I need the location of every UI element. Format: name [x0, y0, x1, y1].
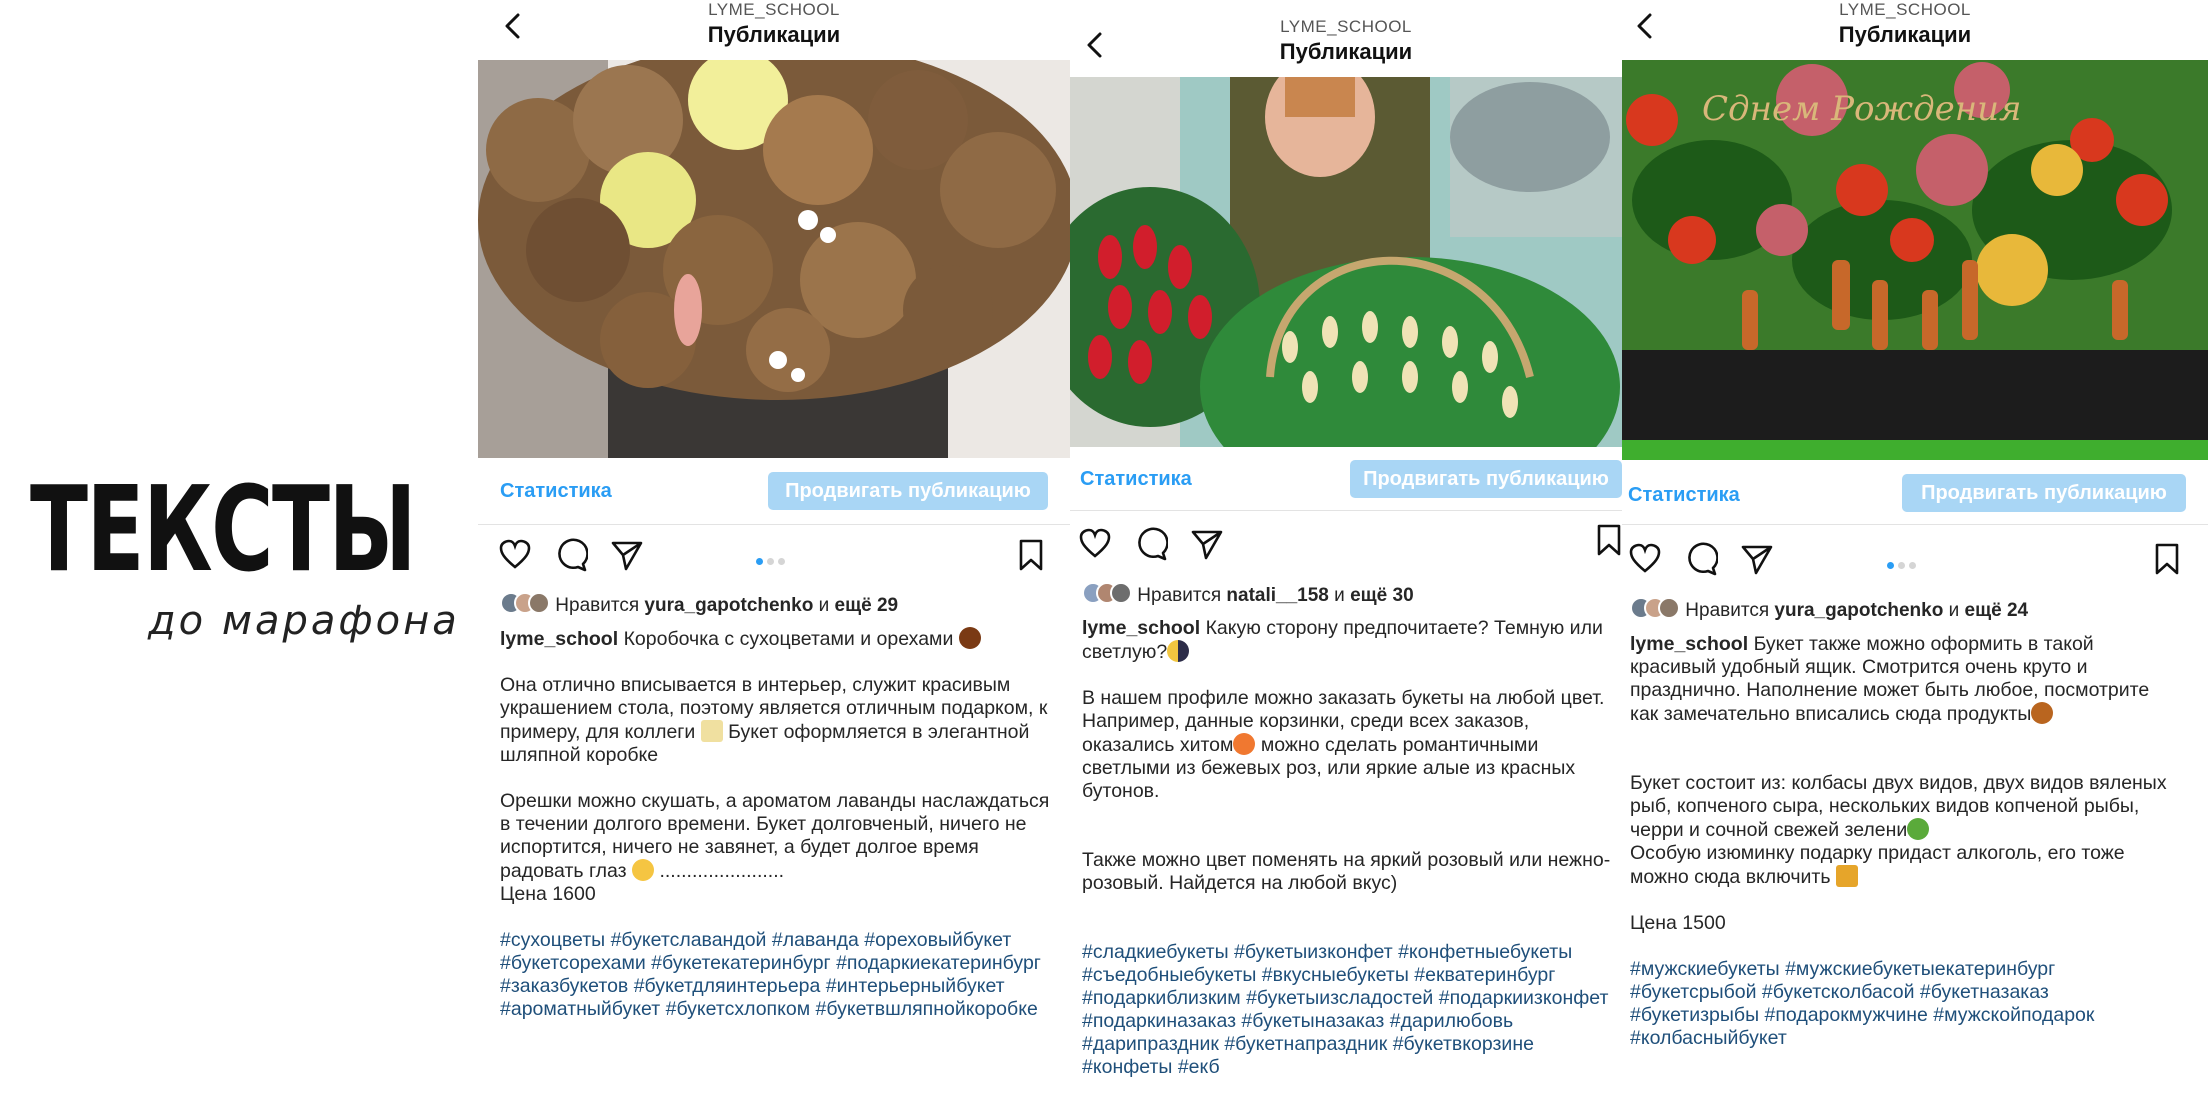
post-photo[interactable]: Сднем Рождения	[1622, 60, 2208, 460]
like-heart-icon[interactable]	[1078, 527, 1112, 561]
likes-line: Нравится yura_gapotchenko и ещё 24	[1630, 597, 2028, 625]
share-send-icon[interactable]	[1190, 527, 1224, 561]
photo-birthday-sign: Сднем Рождения	[1702, 89, 2022, 129]
caption-username[interactable]: lyme_school	[500, 628, 618, 650]
title-subtitle: до марафона	[148, 598, 460, 644]
promo-row: Статистика Продвигать публикацию	[1070, 460, 1622, 500]
share-send-icon[interactable]	[610, 538, 644, 572]
header-title: Публикации	[707, 22, 841, 47]
collision-emoji-icon	[1233, 733, 1256, 755]
share-send-icon[interactable]	[1740, 542, 1774, 576]
promote-post-button[interactable]: Продвигать публикацию	[1902, 474, 2186, 512]
caption-username[interactable]: lyme_school	[1630, 633, 1748, 655]
header-username: LYME_SCHOOL	[1839, 0, 1971, 19]
memo-emoji-icon	[700, 720, 723, 742]
post-caption: lyme_school Коробочка с сухоцветами и ор…	[500, 627, 1050, 1021]
carousel-dots	[756, 552, 789, 570]
beer-emoji-icon	[1835, 865, 1858, 887]
comment-icon[interactable]	[1684, 542, 1718, 576]
candy-basket-image	[1070, 77, 1622, 447]
post-photo[interactable]	[1070, 77, 1622, 447]
header-title: Публикации	[1838, 22, 1972, 47]
likes-line: Нравится yura_gapotchenko и ещё 29	[500, 592, 898, 620]
likes-more[interactable]: ещё 24	[1965, 600, 2029, 621]
post-photo[interactable]	[478, 60, 1070, 458]
statistics-link[interactable]: Статистика	[1080, 468, 1192, 491]
post-actions	[478, 538, 1070, 578]
bookmark-save-icon[interactable]	[2150, 542, 2184, 576]
hashtags[interactable]: #сладкиебукеты #букетыизконфет #конфетны…	[1082, 941, 1618, 1079]
likes-line: Нравится natali__158 и ещё 30	[1082, 582, 1414, 610]
post-screenshot-3: LYME_SCHOOL Публикации Сднем Рождения Ст…	[1622, 0, 2208, 1104]
like-heart-icon[interactable]	[1628, 542, 1662, 576]
men-bouquet-image: Сднем Рождения	[1622, 60, 2208, 460]
half-moon-emoji-icon	[1167, 640, 1190, 662]
hashtags[interactable]: #сухоцветы #букетславандой #лаванда #оре…	[500, 929, 1050, 1021]
post-caption: lyme_school Букет также можно оформить в…	[1630, 633, 2170, 1073]
bookmark-save-icon[interactable]	[1592, 523, 1622, 557]
likes-more[interactable]: ещё 30	[1350, 585, 1414, 606]
promote-post-button[interactable]: Продвигать публикацию	[768, 472, 1048, 510]
divider	[1622, 524, 2208, 525]
statistics-link[interactable]: Статистика	[1628, 484, 1740, 507]
like-heart-icon[interactable]	[498, 538, 532, 572]
header-username: LYME_SCHOOL	[708, 0, 840, 19]
meat-emoji-icon	[2031, 702, 2054, 724]
comment-icon[interactable]	[554, 538, 588, 572]
liker-username[interactable]: yura_gapotchenko	[644, 595, 813, 616]
post-actions	[1622, 542, 2208, 582]
promo-title-block: ТЕКСТЫ до марафона	[30, 460, 460, 644]
title-main: ТЕКСТЫ	[30, 460, 417, 598]
likes-more[interactable]: ещё 29	[835, 595, 899, 616]
nuts-bouquet-image	[478, 60, 1070, 458]
liker-avatars[interactable]	[1082, 582, 1132, 610]
hashtags[interactable]: #мужскиебукеты #мужскиебукетыекатеринбур…	[1630, 958, 2170, 1050]
liker-username[interactable]: yura_gapotchenko	[1774, 600, 1943, 621]
bookmark-save-icon[interactable]	[1014, 538, 1048, 572]
divider	[478, 524, 1070, 525]
liker-avatars[interactable]	[1630, 597, 1680, 625]
post-actions	[1070, 524, 1622, 567]
post-header: LYME_SCHOOL Публикации	[478, 0, 1070, 60]
promo-row: Статистика Продвигать публикацию	[1622, 474, 2208, 514]
statistics-link[interactable]: Статистика	[500, 480, 612, 503]
nut-emoji-icon	[958, 627, 981, 649]
header-title: Публикации	[1279, 39, 1413, 64]
promote-post-button[interactable]: Продвигать публикацию	[1350, 460, 1622, 498]
herb-emoji-icon	[1907, 818, 1930, 840]
carousel-dots	[1887, 556, 1920, 574]
post-screenshot-1: LYME_SCHOOL Публикации Статистика Продви…	[478, 0, 1070, 1104]
caption-username[interactable]: lyme_school	[1082, 617, 1200, 639]
liker-avatars[interactable]	[500, 592, 550, 620]
post-header: LYME_SCHOOL Публикации	[1622, 0, 2208, 60]
liker-username[interactable]: natali__158	[1226, 585, 1328, 606]
smile-emoji-icon	[632, 859, 655, 881]
post-screenshot-2: LYME_SCHOOL Публикации Статистика Продви…	[1070, 0, 1622, 1104]
post-caption: lyme_school Какую сторону предпочитаете?…	[1082, 617, 1618, 1102]
comment-icon[interactable]	[1134, 527, 1168, 561]
header-username: LYME_SCHOOL	[1280, 17, 1412, 36]
divider	[1070, 510, 1622, 511]
promo-row: Статистика Продвигать публикацию	[478, 472, 1070, 512]
post-header: LYME_SCHOOL Публикации	[1070, 17, 1622, 77]
